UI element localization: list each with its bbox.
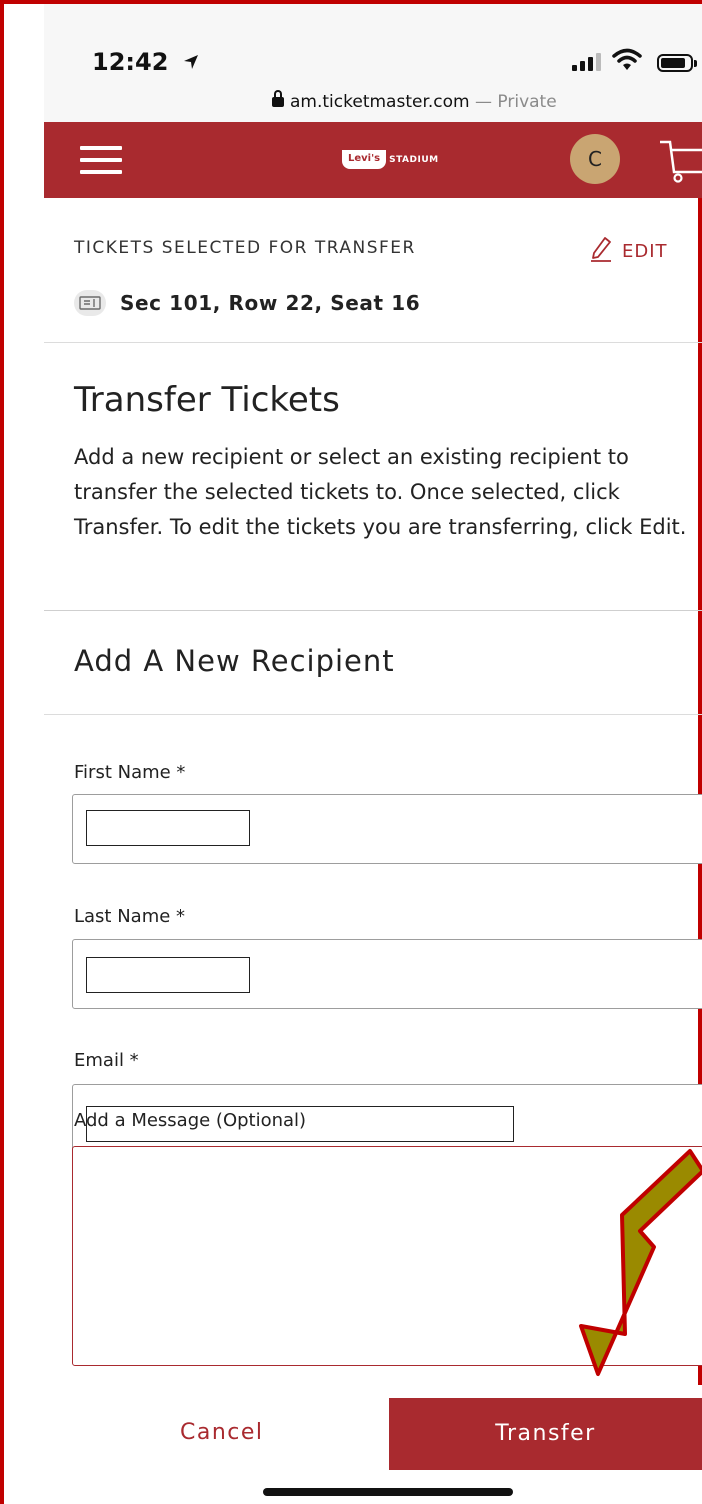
levis-stadium-logo[interactable]: Levi's STADIUM xyxy=(342,150,439,169)
status-bar: 12:42 am.ticketmaster.com — Private xyxy=(44,4,702,122)
selected-seat: Sec 101, Row 22, Seat 16 xyxy=(74,290,420,316)
pencil-icon xyxy=(590,236,612,267)
ticket-icon xyxy=(74,290,106,316)
email-label: Email * xyxy=(74,1050,139,1071)
transfer-button[interactable]: Transfer xyxy=(389,1398,702,1470)
message-textarea[interactable] xyxy=(72,1146,702,1366)
add-recipient-heading: Add A New Recipient xyxy=(74,644,395,678)
private-label: Private xyxy=(497,92,557,112)
url-separator: — xyxy=(469,92,498,112)
edit-label: EDIT xyxy=(622,241,668,262)
first-name-label: First Name * xyxy=(74,762,186,783)
message-label: Add a Message (Optional) xyxy=(74,1110,307,1131)
divider xyxy=(44,714,702,715)
url-text: am.ticketmaster.com xyxy=(290,92,470,112)
last-name-input[interactable] xyxy=(86,957,250,993)
tickets-selected-label: TICKETS SELECTED FOR TRANSFER xyxy=(74,238,416,258)
cart-icon[interactable] xyxy=(658,138,702,184)
cancel-button[interactable]: Cancel xyxy=(180,1420,264,1445)
cellular-signal-icon xyxy=(572,53,601,71)
divider xyxy=(44,342,702,343)
location-arrow-icon xyxy=(183,48,199,76)
page-title: Transfer Tickets xyxy=(74,380,340,420)
lock-icon xyxy=(272,90,284,107)
status-time: 12:42 xyxy=(92,48,199,76)
logo-levis-text: Levi's xyxy=(342,150,387,169)
wifi-icon xyxy=(612,48,642,76)
app-header: Levi's STADIUM C xyxy=(44,122,702,198)
avatar[interactable]: C xyxy=(570,134,620,184)
home-indicator xyxy=(263,1488,513,1496)
last-name-label: Last Name * xyxy=(74,906,186,927)
battery-icon xyxy=(657,54,697,72)
address-bar[interactable]: am.ticketmaster.com — Private xyxy=(272,90,557,112)
time-text: 12:42 xyxy=(92,48,169,76)
hamburger-menu-icon[interactable] xyxy=(80,146,122,174)
seat-text: Sec 101, Row 22, Seat 16 xyxy=(120,291,421,315)
logo-stadium-text: STADIUM xyxy=(389,154,439,165)
divider xyxy=(44,610,702,611)
first-name-input[interactable] xyxy=(86,810,250,846)
transfer-description: Add a new recipient or select an existin… xyxy=(74,445,687,539)
edit-button[interactable]: EDIT xyxy=(590,236,668,267)
